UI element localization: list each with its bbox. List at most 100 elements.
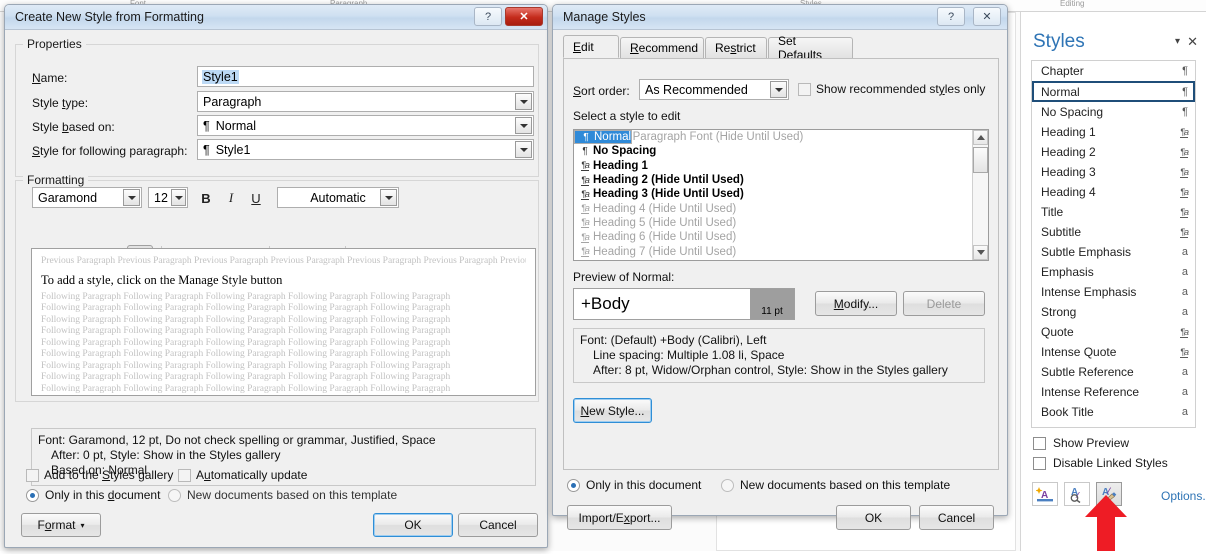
disable-linked-styles-checkbox[interactable]	[1033, 457, 1046, 470]
style-list-item[interactable]: ¶a Heading 7 (Hide Until Used)	[574, 244, 972, 258]
style-list-item[interactable]: ¶a Heading 1	[574, 159, 972, 173]
styles-pane-item[interactable]: Intense Emphasis a	[1032, 282, 1195, 302]
chevron-down-icon[interactable]	[171, 189, 186, 206]
show-preview-checkbox[interactable]	[1033, 437, 1046, 450]
help-button[interactable]: ?	[937, 7, 965, 26]
underline-button[interactable]: U	[243, 187, 269, 209]
tab-edit[interactable]: Edit	[563, 35, 619, 58]
paragraph-mark-icon: ¶	[582, 145, 588, 157]
scrollbar-thumb[interactable]	[973, 147, 988, 173]
styles-pane-item[interactable]: Heading 4 ¶a	[1032, 182, 1195, 202]
styles-pane-item[interactable]: Subtle Emphasis a	[1032, 242, 1195, 262]
style-list-item[interactable]: ¶ No Spacing	[574, 144, 972, 158]
font-family-select[interactable]: Garamond	[32, 187, 142, 208]
tab-recommend[interactable]: Recommend	[620, 37, 704, 58]
new-style-button[interactable]: A	[1032, 482, 1058, 506]
styles-pane-item[interactable]: Strong a	[1032, 302, 1195, 322]
style-following-select[interactable]: ¶ Style1	[197, 139, 534, 160]
style-list-scrollbar[interactable]	[972, 130, 988, 260]
chevron-down-icon[interactable]	[515, 93, 532, 110]
manage-description-box: Font: (Default) +Body (Calibri), Left Li…	[573, 328, 985, 383]
style-based-on-label: Style based on:	[32, 120, 115, 134]
italic-button[interactable]: I	[218, 187, 244, 209]
close-icon[interactable]: ✕	[505, 7, 543, 26]
add-to-gallery-label: Add to the Styles gallery	[44, 468, 174, 482]
styles-pane-item[interactable]: Intense Quote ¶a	[1032, 342, 1195, 362]
scroll-up-button[interactable]	[973, 130, 988, 145]
style-list-item[interactable]: ¶a Heading 2 (Hide Until Used)	[574, 173, 972, 187]
styles-pane-list[interactable]: Chapter ¶ Normal ¶ No Spacing ¶ Heading 1 ¶a Hea…	[1031, 60, 1196, 428]
close-icon[interactable]: ✕	[1187, 34, 1198, 50]
show-recommended-label: Show recommended styles only	[816, 82, 986, 96]
font-color-select[interactable]: Automatic	[277, 187, 399, 208]
style-list-item[interactable]: ¶a Heading 4 (Hide Until Used)	[574, 201, 972, 215]
delete-button[interactable]: Delete	[903, 291, 985, 316]
manage-ok-button[interactable]: OK	[836, 505, 911, 530]
font-size-select[interactable]: 12	[148, 187, 188, 208]
styles-pane-item-label: Title	[1041, 205, 1064, 219]
show-preview-label: Show Preview	[1053, 436, 1130, 450]
show-recommended-checkbox[interactable]	[798, 83, 811, 96]
font-family-value: Garamond	[38, 190, 98, 205]
style-list-item[interactable]: aDefault Paragraph Font (Hide Until Used…	[574, 130, 972, 144]
styles-pane-item[interactable]: Heading 2 ¶a	[1032, 142, 1195, 162]
styles-pane-item[interactable]: Intense Reference a	[1032, 382, 1195, 402]
modify-button[interactable]: Modify...	[815, 291, 897, 316]
chevron-down-icon[interactable]	[770, 81, 787, 98]
chevron-down-icon[interactable]	[515, 141, 532, 158]
new-style-button[interactable]: New Style...	[573, 398, 652, 423]
disable-linked-styles-label: Disable Linked Styles	[1053, 456, 1168, 470]
character-style-icon: a	[1181, 266, 1188, 278]
style-type-select[interactable]: Paragraph	[197, 91, 534, 112]
preview-following-line: Following Paragraph Following Paragraph …	[41, 326, 451, 336]
chevron-down-icon[interactable]	[515, 117, 532, 134]
style-list-item[interactable]: ¶ Normal	[574, 130, 633, 145]
styles-pane-item[interactable]: No Spacing ¶	[1032, 102, 1195, 122]
add-to-gallery-checkbox[interactable]	[26, 469, 39, 482]
styles-pane-item[interactable]: Heading 1 ¶a	[1032, 122, 1195, 142]
chevron-down-icon[interactable]: ▾	[1175, 36, 1180, 47]
manage-only-this-document-radio[interactable]	[567, 479, 580, 492]
format-button[interactable]: Format ▾	[21, 513, 101, 537]
styles-pane-item[interactable]: Chapter ¶	[1032, 61, 1195, 81]
style-based-on-select[interactable]: ¶ Normal	[197, 115, 534, 136]
only-this-document-radio[interactable]	[26, 489, 39, 502]
styles-pane-item[interactable]: Title ¶a	[1032, 202, 1195, 222]
style-list-item[interactable]: ¶a Heading 6 (Hide Until Used)	[574, 230, 972, 244]
linked-style-icon: ¶a	[581, 203, 590, 215]
tab-restrict[interactable]: Restrict	[705, 37, 767, 58]
styles-pane-item[interactable]: Heading 3 ¶a	[1032, 162, 1195, 182]
style-name-input[interactable]: Style1	[197, 66, 534, 87]
chevron-down-icon[interactable]	[123, 189, 140, 206]
annotation-arrow-icon	[1085, 495, 1127, 554]
tab-set-defaults[interactable]: Set Defaults	[768, 34, 853, 62]
import-export-button[interactable]: Import/Export...	[567, 505, 672, 530]
styles-pane-item[interactable]: Quote ¶a	[1032, 322, 1195, 342]
close-icon[interactable]: ✕	[973, 7, 1001, 26]
auto-update-checkbox[interactable]	[178, 469, 191, 482]
manage-cancel-button[interactable]: Cancel	[919, 505, 994, 530]
styles-pane-item[interactable]: Normal ¶	[1032, 81, 1195, 102]
manage-new-documents-radio[interactable]	[721, 479, 734, 492]
bold-button[interactable]: B	[193, 187, 219, 209]
style-list-item[interactable]: ¶a Heading 3 (Hide Until Used)	[574, 187, 972, 201]
styles-pane-item[interactable]: Subtitle ¶a	[1032, 222, 1195, 242]
style-list-item[interactable]: ¶a Heading 5 (Hide Until Used)	[574, 216, 972, 230]
new-documents-radio[interactable]	[168, 489, 181, 502]
scroll-down-button[interactable]	[973, 245, 988, 260]
styles-pane-item[interactable]: Subtle Reference a	[1032, 362, 1195, 382]
style-list-item-label: Heading 5 (Hide Until Used)	[593, 216, 737, 229]
sort-order-select[interactable]: As Recommended	[639, 79, 789, 100]
create-cancel-button[interactable]: Cancel	[458, 513, 538, 537]
character-style-icon: a	[1181, 246, 1188, 258]
options-link[interactable]: Options...	[1161, 489, 1206, 503]
styles-pane-item-label: Subtle Reference	[1041, 365, 1134, 379]
style-list[interactable]: ¶ NormalaDefault Paragraph Font (Hide Unt…	[573, 129, 989, 261]
styles-pane-item-label: Intense Quote	[1041, 345, 1117, 359]
chevron-down-icon[interactable]	[380, 189, 397, 206]
help-button[interactable]: ?	[474, 7, 502, 26]
create-ok-button[interactable]: OK	[373, 513, 453, 537]
manage-new-documents-label: New documents based on this template	[740, 478, 951, 492]
styles-pane-item[interactable]: Book Title a	[1032, 402, 1195, 422]
styles-pane-item[interactable]: Emphasis a	[1032, 262, 1195, 282]
